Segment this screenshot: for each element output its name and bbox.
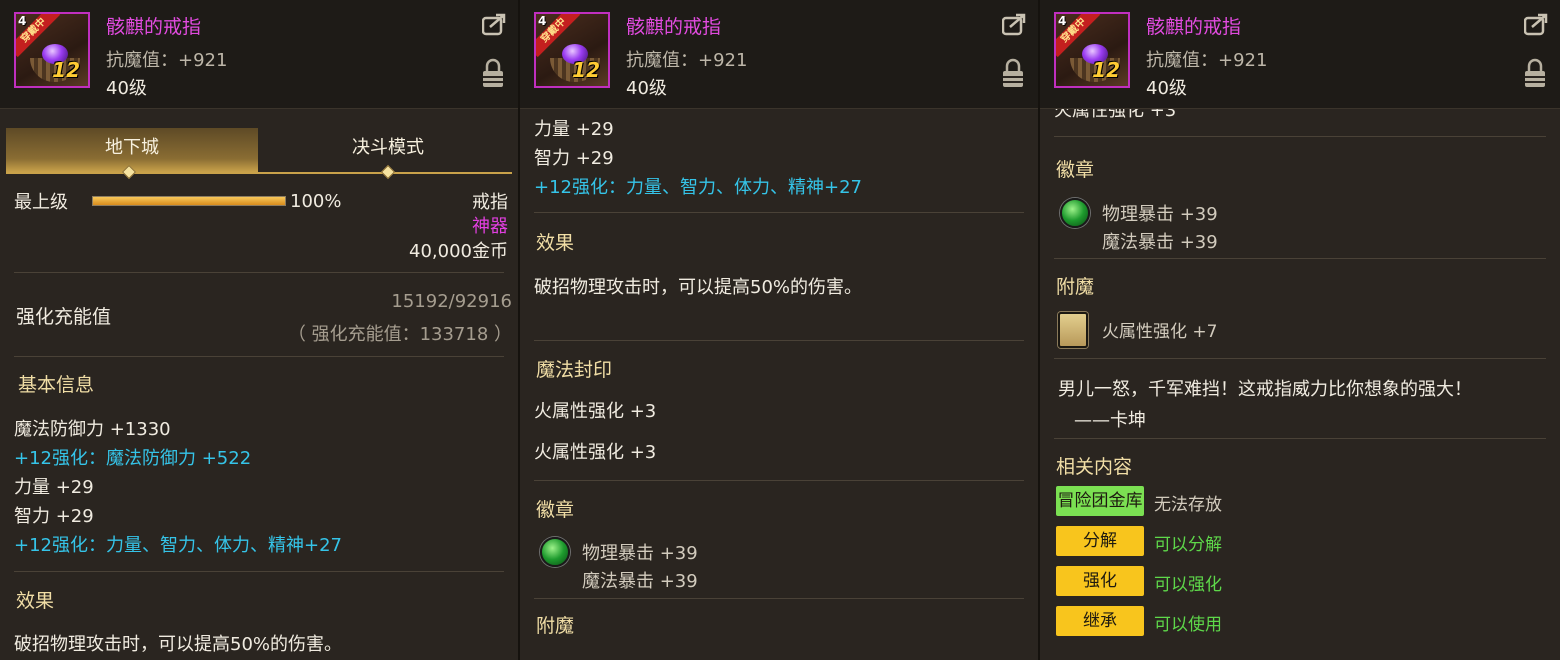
item-header: 穿戴中 4 12 骸麒的戒指 抗魔值：+921 40级 [0,0,518,109]
stat-line: 智力 +29 [14,506,94,527]
related-text: 可以强化 [1154,575,1222,595]
effect-text: 破招物理攻击时，可以提高50%的伤害。 [534,277,863,298]
flavor-text: 男儿一怒，千军难挡！这戒指威力比你想象的强大！ [1058,379,1472,400]
stat-line: 智力 +29 [534,148,614,169]
stat-line: +12强化：魔法防御力 +522 [14,448,252,469]
charge-value: 15192/92916 [391,291,512,312]
enchant-card-icon [1058,312,1088,348]
share-icon[interactable] [1002,12,1028,36]
green-emblem-icon [1060,198,1090,228]
tooltip-panel-1: 穿戴中 4 12 骸麒的戒指 抗魔值：+921 40级 地下城 决斗模式 最上级… [0,0,520,660]
emblem-line: 魔法暴击 +39 [582,571,698,592]
emblem-line: 物理暴击 +39 [582,543,698,564]
stat-line: 力量 +29 [14,477,94,498]
related-tag-inherit[interactable]: 继承 [1056,606,1144,636]
stat-line: +12强化：力量、智力、体力、精神+27 [534,177,862,198]
related-tag-vault[interactable]: 冒险团金库 [1056,486,1144,516]
related-title: 相关内容 [1056,456,1133,478]
item-name: 骸麒的戒指 [106,16,202,38]
tooltip-panels: 穿戴中 4 12 骸麒的戒指 抗魔值：+921 40级 地下城 决斗模式 最上级… [0,0,1560,660]
share-icon[interactable] [1524,12,1550,36]
related-text: 可以使用 [1154,615,1222,635]
magic-seal-title: 魔法封印 [536,359,613,381]
enchant-title: 附魔 [536,615,575,637]
basic-info-title: 基本信息 [18,374,95,396]
emblem-line: 魔法暴击 +39 [1102,232,1218,253]
lock-icon[interactable] [1002,58,1024,88]
corner-number: 4 [1058,14,1067,28]
effect-title: 效果 [16,590,55,612]
corner-number: 4 [18,14,27,28]
ring-item-icon: 穿戴中 4 12 [534,12,610,88]
item-name: 骸麒的戒指 [626,16,722,38]
ring-item-icon: 穿戴中 4 12 [1054,12,1130,88]
grade-bar [92,196,286,206]
item-stat-line: 抗魔值：+921 [1146,50,1268,71]
item-level: 40级 [1146,78,1187,99]
flavor-author: ——卡坤 [1074,410,1146,431]
item-stat-line: 抗魔值：+921 [626,50,748,71]
seal-line: 火属性强化 +3 [534,442,657,463]
related-text: 可以分解 [1154,535,1222,555]
emblem-title: 徽章 [536,499,575,521]
stat-line: 力量 +29 [534,119,614,140]
emblem-title: 徽章 [1056,159,1095,181]
enchant-title: 附魔 [1056,276,1095,298]
mode-tabs: 地下城 决斗模式 [6,128,512,180]
charge-label: 强化充能值 [16,306,112,328]
tooltip-panel-3: 穿戴中 4 12 骸麒的戒指 抗魔值：+921 40级 火属性强化 +3 徽章 … [1040,0,1560,660]
ring-item-icon: 穿戴中 4 12 [14,12,90,88]
item-header: 穿戴中 4 12 骸麒的戒指 抗魔值：+921 40级 [520,0,1038,109]
stat-line: +12强化：力量、智力、体力、精神+27 [14,535,342,556]
upgrade-level-badge: 12 [1092,58,1120,82]
effect-title: 效果 [536,232,575,254]
item-price: 40,000金币 [409,241,508,262]
charge-total: （ 强化充能值：133718 ） [287,324,512,345]
item-level: 40级 [106,78,147,99]
related-text: 无法存放 [1154,495,1222,515]
enchant-line: 火属性强化 +7 [1102,322,1218,342]
grade-percent: 100% [290,191,342,212]
item-header: 穿戴中 4 12 骸麒的戒指 抗魔值：+921 40级 [1040,0,1560,109]
related-tag-enhance[interactable]: 强化 [1056,566,1144,596]
seal-line: 火属性强化 +3 [534,401,657,422]
item-name: 骸麒的戒指 [1146,16,1242,38]
green-emblem-icon [540,537,570,567]
item-slot: 戒指 [472,192,508,213]
lock-icon[interactable] [1524,58,1546,88]
corner-number: 4 [538,14,547,28]
tooltip-panel-2: 穿戴中 4 12 骸麒的戒指 抗魔值：+921 40级 力量 +29 智力 +2… [520,0,1040,660]
item-level: 40级 [626,78,667,99]
effect-text: 破招物理攻击时，可以提高50%的伤害。 [14,634,343,655]
grade-label: 最上级 [14,192,68,213]
item-stat-line: 抗魔值：+921 [106,50,228,71]
tab-dungeon[interactable]: 地下城 [6,128,258,172]
stat-line: 魔法防御力 +1330 [14,419,171,440]
upgrade-level-badge: 12 [52,58,80,82]
item-rarity: 神器 [472,216,508,237]
related-tag-disassemble[interactable]: 分解 [1056,526,1144,556]
share-icon[interactable] [482,12,508,36]
upgrade-level-badge: 12 [572,58,600,82]
emblem-line: 物理暴击 +39 [1102,204,1218,225]
lock-icon[interactable] [482,58,504,88]
